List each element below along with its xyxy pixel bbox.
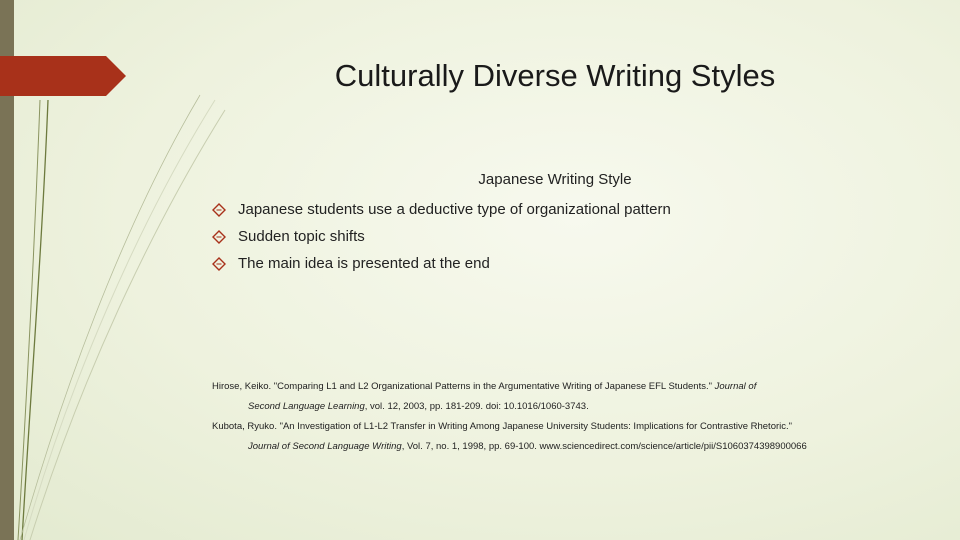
bullet-item: Japanese students use a deductive type o…	[212, 196, 671, 223]
bullet-text: The main idea is presented at the end	[238, 255, 490, 272]
reference-1-citation: Hirose, Keiko. "Comparing L1 and L2 Orga…	[212, 381, 712, 392]
bullet-list: Japanese students use a deductive type o…	[212, 196, 671, 277]
bullet-item: Sudden topic shifts	[212, 223, 671, 250]
reference-2-journal: Journal of Second Language Writing	[248, 441, 402, 452]
bullet-text: Sudden topic shifts	[238, 228, 365, 245]
bullet-item: The main idea is presented at the end	[212, 250, 671, 277]
reference-2-line-1: Kubota, Ryuko. "An Investigation of L1-L…	[212, 417, 912, 437]
reference-1-details: , vol. 12, 2003, pp. 181-209. doi: 10.10…	[364, 401, 589, 412]
reference-2-citation: Kubota, Ryuko. "An Investigation of L1-L…	[212, 421, 793, 432]
references: Hirose, Keiko. "Comparing L1 and L2 Orga…	[212, 377, 912, 457]
title-accent-tab	[0, 56, 126, 96]
reference-1-line-1: Hirose, Keiko. "Comparing L1 and L2 Orga…	[212, 377, 912, 397]
reference-1-journal-part-1: Journal of	[714, 381, 757, 392]
slide-title: Culturally Diverse Writing Styles	[334, 58, 776, 93]
slide-subtitle: Japanese Writing Style	[478, 171, 632, 188]
reference-1-line-2: Second Language Learning, vol. 12, 2003,…	[212, 397, 912, 417]
reference-2-line-2: Journal of Second Language Writing, Vol.…	[212, 437, 912, 457]
reference-1-journal-part-2: Second Language Learning	[248, 401, 365, 412]
bullet-text: Japanese students use a deductive type o…	[238, 201, 671, 218]
diamond-outline-icon	[212, 229, 226, 244]
diamond-outline-icon	[212, 202, 226, 217]
reference-2-details: , Vol. 7, no. 1, 1998, pp. 69-100. www.s…	[401, 441, 807, 452]
diamond-outline-icon	[212, 256, 226, 271]
